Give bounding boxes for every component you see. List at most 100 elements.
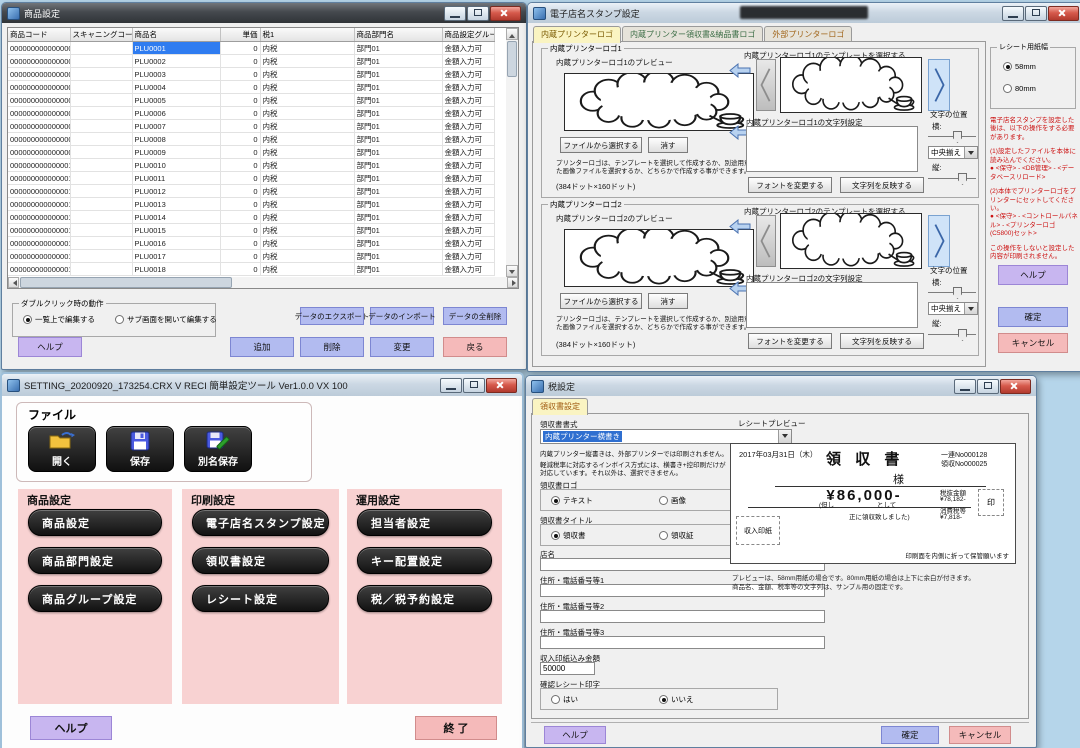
table-cell[interactable]: PLU0010 (132, 159, 220, 172)
table-cell[interactable]: 0 (220, 237, 260, 250)
confirm-button[interactable]: 確定 (881, 726, 939, 744)
table-cell[interactable]: 0 (220, 146, 260, 159)
v-position-slider[interactable] (928, 327, 976, 339)
table-cell[interactable] (70, 55, 132, 68)
radio-ryoshusho-alt[interactable] (659, 531, 668, 540)
v-position-slider[interactable] (928, 171, 976, 183)
table-cell[interactable]: 部門01 (354, 159, 442, 172)
radio-no[interactable] (659, 695, 668, 704)
table-cell[interactable]: 0 (220, 211, 260, 224)
table-cell[interactable]: 部門01 (354, 120, 442, 133)
table-cell[interactable]: 0000000000000004 (8, 81, 70, 94)
table-cell[interactable]: 部門01 (354, 172, 442, 185)
maximize-button[interactable] (1025, 6, 1047, 21)
table-cell[interactable]: 内税 (260, 107, 354, 120)
save-button[interactable]: 保存 (106, 426, 174, 472)
table-cell[interactable]: 金額入力可 (442, 94, 494, 107)
table-cell[interactable] (70, 263, 132, 276)
column-header[interactable]: 商品部門名 (354, 28, 442, 42)
menu-product-settings-button[interactable]: 商品設定 (28, 509, 162, 536)
radio-ryoshusho[interactable] (551, 531, 560, 540)
h-position-slider[interactable] (928, 285, 976, 297)
help-button[interactable]: ヘルプ (30, 716, 112, 740)
table-cell[interactable]: 0000000000000001 (8, 42, 70, 55)
table-cell[interactable]: PLU0016 (132, 237, 220, 250)
menu-tax-settings-button[interactable]: 税／税予約設定 (357, 585, 492, 612)
confirm-button[interactable]: 確定 (998, 307, 1068, 327)
table-cell[interactable]: 内税 (260, 146, 354, 159)
table-cell[interactable]: 0000000000000003 (8, 68, 70, 81)
table-cell[interactable] (70, 172, 132, 185)
table-row[interactable]: 0000000000000015PLU00150内税部門01金額入力可 (8, 224, 494, 237)
table-cell[interactable]: 0000000000000011 (8, 172, 70, 185)
table-cell[interactable]: 部門01 (354, 263, 442, 276)
table-cell[interactable]: 金額入力可 (442, 224, 494, 237)
table-cell[interactable]: 0 (220, 224, 260, 237)
cancel-button[interactable]: キャンセル (998, 333, 1068, 353)
table-cell[interactable] (70, 224, 132, 237)
back-button[interactable]: 戻る (443, 337, 507, 357)
dropdown-arrow-icon[interactable] (778, 430, 791, 443)
table-cell[interactable]: PLU0006 (132, 107, 220, 120)
save-as-button[interactable]: 別名保存 (184, 426, 252, 472)
table-cell[interactable]: 金額入力可 (442, 185, 494, 198)
menu-key-layout-button[interactable]: キー配置設定 (357, 547, 492, 574)
table-cell[interactable]: 金額入力可 (442, 172, 494, 185)
table-cell[interactable]: 0 (220, 172, 260, 185)
menu-receipt-settings-button[interactable]: 領収書設定 (192, 547, 329, 574)
help-button[interactable]: ヘルプ (18, 337, 82, 357)
table-cell[interactable]: 0000000000000002 (8, 55, 70, 68)
table-cell[interactable]: 0000000000000012 (8, 185, 70, 198)
table-cell[interactable]: PLU0018 (132, 263, 220, 276)
table-cell[interactable]: 内税 (260, 159, 354, 172)
product-table[interactable]: 商品コードスキャニングコード商品名単価税1商品部門名商品設定グループ名00000… (8, 28, 495, 276)
table-cell[interactable]: 0 (220, 55, 260, 68)
table-cell[interactable]: PLU0011 (132, 172, 220, 185)
table-row[interactable]: 0000000000000018PLU00180内税部門01金額入力可 (8, 263, 494, 276)
table-cell[interactable]: 0000000000000013 (8, 198, 70, 211)
dropdown-arrow-icon[interactable] (964, 303, 977, 314)
table-cell[interactable]: PLU0007 (132, 120, 220, 133)
table-cell[interactable]: 部門01 (354, 133, 442, 146)
change-button[interactable]: 変更 (370, 337, 434, 357)
table-cell[interactable]: 内税 (260, 120, 354, 133)
table-cell[interactable]: 0 (220, 159, 260, 172)
table-cell[interactable]: 部門01 (354, 107, 442, 120)
table-cell[interactable]: PLU0003 (132, 68, 220, 81)
template-prev-button[interactable] (756, 59, 776, 111)
table-cell[interactable] (70, 185, 132, 198)
radio-58mm[interactable] (1003, 62, 1012, 71)
radio-image[interactable] (659, 496, 668, 505)
table-cell[interactable]: 0000000000000016 (8, 237, 70, 250)
data-delete-all-button[interactable]: データの全削除 (443, 307, 507, 325)
logo2-text-input[interactable] (746, 282, 918, 328)
minimize-button[interactable] (440, 378, 462, 393)
title-bar[interactable]: 商品設定 (2, 3, 526, 23)
table-row[interactable]: 0000000000000011PLU00110内税部門01金額入力可 (8, 172, 494, 185)
close-button[interactable] (490, 6, 521, 21)
table-cell[interactable]: 金額入力可 (442, 107, 494, 120)
table-cell[interactable]: 0 (220, 250, 260, 263)
column-header[interactable]: 商品コード (8, 28, 70, 42)
close-button[interactable] (486, 378, 517, 393)
column-header[interactable]: 税1 (260, 28, 354, 42)
apply-text-button[interactable]: 文字列を反映する (840, 333, 924, 349)
column-header[interactable]: 単価 (220, 28, 260, 42)
radio-edit-subscreen[interactable] (115, 315, 124, 324)
title-bar[interactable]: SETTING_20200920_173254.CRX V RECI 簡単設定ツ… (2, 374, 522, 396)
vertical-scrollbar[interactable] (506, 28, 518, 277)
table-cell[interactable] (70, 211, 132, 224)
table-cell[interactable]: 部門01 (354, 81, 442, 94)
close-button[interactable] (1000, 379, 1031, 394)
table-cell[interactable]: 0000000000000018 (8, 263, 70, 276)
table-cell[interactable]: 金額入力可 (442, 146, 494, 159)
maximize-button[interactable] (463, 378, 485, 393)
table-cell[interactable] (70, 250, 132, 263)
table-cell[interactable]: 部門01 (354, 198, 442, 211)
table-cell[interactable]: 金額入力可 (442, 42, 494, 55)
table-cell[interactable]: 内税 (260, 185, 354, 198)
table-cell[interactable]: 0000000000000015 (8, 224, 70, 237)
table-cell[interactable]: 金額入力可 (442, 81, 494, 94)
help-button[interactable]: ヘルプ (544, 726, 606, 744)
table-cell[interactable]: 0000000000000014 (8, 211, 70, 224)
